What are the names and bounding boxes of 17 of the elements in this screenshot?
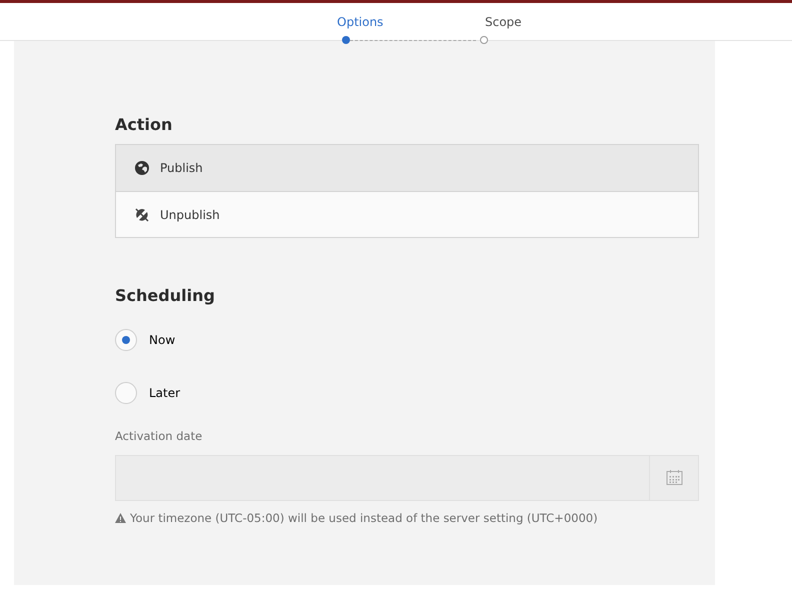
radio-button[interactable]	[115, 382, 137, 404]
field-label: Activation date	[115, 428, 204, 446]
action-option[interactable]: Publish	[116, 145, 698, 192]
action-option[interactable]: Unpublish	[116, 191, 698, 238]
step-tab[interactable]: Options	[337, 13, 384, 31]
radio-option[interactable]: Later	[115, 382, 715, 404]
globe-icon	[134, 160, 150, 176]
section-title: Action	[115, 115, 174, 134]
step-dot	[342, 36, 350, 44]
warning-text: Your timezone (UTC-05:00) will be used instead of the server setting (UTC+0000)	[130, 510, 598, 527]
radio-option[interactable]: Now	[115, 329, 715, 352]
step-tab[interactable]: Scope	[485, 13, 522, 31]
radio-button[interactable]	[115, 329, 137, 352]
crossed-globe-icon	[134, 206, 150, 223]
warning-icon	[115, 513, 126, 524]
calendar-icon	[666, 469, 682, 486]
section-title: Scheduling	[115, 286, 216, 306]
